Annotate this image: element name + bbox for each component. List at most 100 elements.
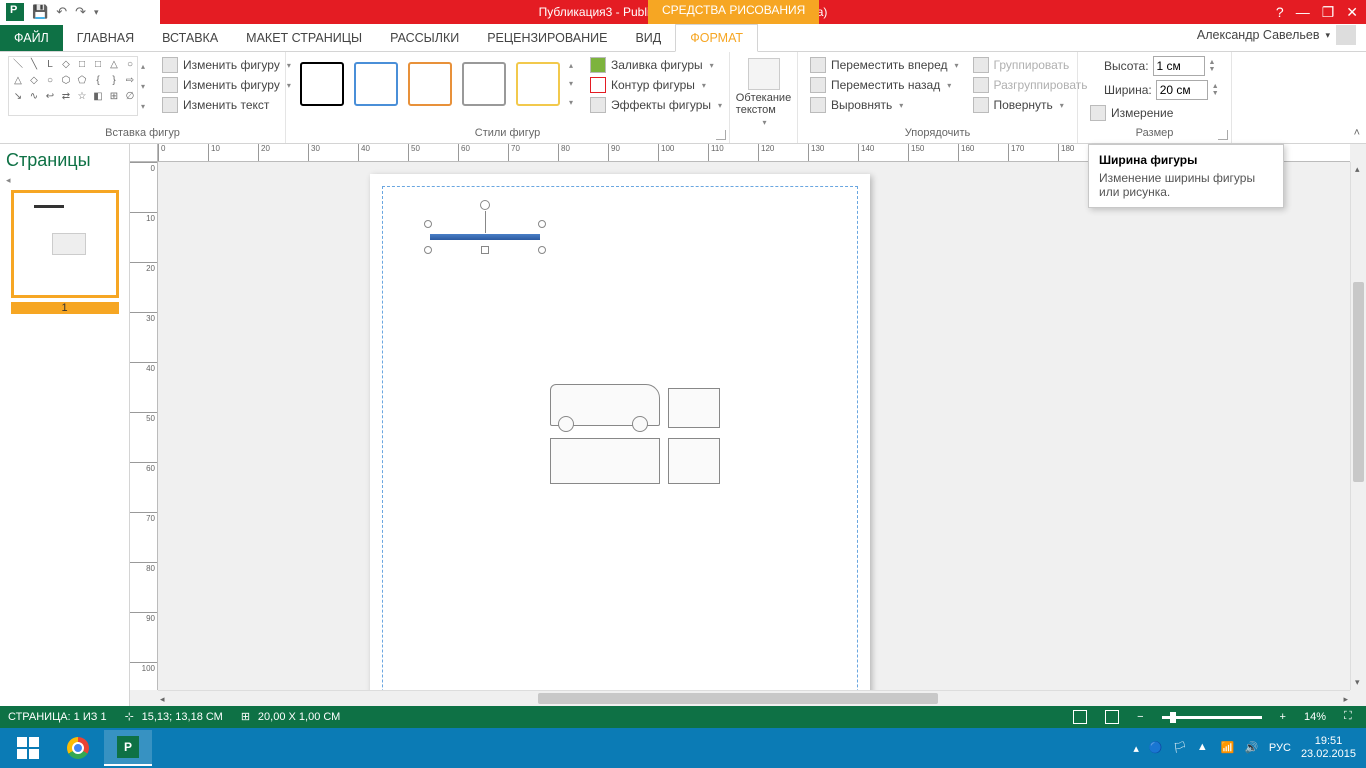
status-size: 20,00 X 1,00 СМ (258, 711, 340, 723)
restore-button[interactable]: ❐ (1322, 4, 1335, 21)
collapse-ribbon-button[interactable]: ˄ (1354, 127, 1360, 139)
wrap-text-button[interactable]: Обтекание текстом ▾ (732, 56, 795, 129)
vertical-scrollbar[interactable]: ▴ ▾ (1350, 162, 1366, 690)
qat-customize-icon[interactable]: ▾ (94, 7, 99, 18)
size-dialog-launcher[interactable] (1218, 130, 1228, 140)
fit-page-icon[interactable]: ⛶ (1344, 710, 1358, 724)
resize-handle[interactable] (424, 246, 432, 254)
help-button[interactable]: ? (1276, 4, 1284, 21)
shape-effects-button[interactable]: Эффекты фигуры▾ (586, 96, 726, 114)
system-tray: ▴ 🔵 🏳 ▲ 📶 🔊 РУС 19:51 23.02.2015 (1133, 735, 1362, 761)
tray-clock[interactable]: 19:51 23.02.2015 (1301, 735, 1356, 761)
taskbar-chrome[interactable] (54, 730, 102, 766)
change-shape-button[interactable]: Изменить фигуру▾ (158, 76, 295, 94)
scroll-left-icon[interactable]: ◂ (160, 694, 165, 705)
shape-styles-dialog-launcher[interactable] (716, 130, 726, 140)
tab-mailings[interactable]: РАССЫЛКИ (376, 25, 473, 51)
group-icon (973, 57, 989, 73)
tab-home[interactable]: ГЛАВНАЯ (63, 25, 148, 51)
page-thumbnail[interactable] (11, 190, 119, 298)
close-button[interactable]: ✕ (1346, 4, 1358, 21)
tray-flag-icon[interactable]: 🏳 (1173, 741, 1187, 755)
tray-language[interactable]: РУС (1269, 742, 1291, 754)
status-page[interactable]: СТРАНИЦА: 1 ИЗ 1 (8, 711, 107, 723)
effects-icon (590, 97, 606, 113)
rotation-handle[interactable] (480, 200, 490, 210)
edit-shape-button[interactable]: Изменить фигуру▾ (158, 56, 295, 74)
scrollbar-thumb[interactable] (1353, 282, 1364, 482)
shape-fill-button[interactable]: Заливка фигуры▾ (586, 56, 726, 74)
undo-icon[interactable]: ↶ (56, 4, 67, 20)
tray-app-icon[interactable]: 🔵 (1149, 741, 1163, 755)
tray-volume-icon[interactable]: 🔊 (1245, 741, 1259, 755)
minimize-button[interactable]: — (1296, 4, 1310, 21)
shape-styles-more[interactable]: ▴▾▾ (566, 56, 580, 112)
resize-handle[interactable] (538, 220, 546, 228)
group-wrap-text: Обтекание текстом ▾ (730, 52, 798, 143)
send-backward-button[interactable]: Переместить назад▾ (806, 76, 963, 94)
ruler-corner (130, 144, 158, 162)
zoom-slider[interactable] (1162, 716, 1262, 719)
horizontal-scrollbar[interactable]: ◂ ▸ (158, 690, 1350, 706)
workspace: Страницы ◂ 1 010203040506070809010011012… (0, 144, 1366, 706)
view-spread-icon[interactable] (1105, 710, 1119, 724)
edit-text-button[interactable]: Изменить текст (158, 96, 295, 114)
tray-wifi-icon[interactable]: 📶 (1221, 741, 1235, 755)
taskbar-publisher[interactable]: P (104, 730, 152, 766)
start-button[interactable] (4, 730, 52, 766)
group-size: Высота: ▲▼ Ширина: ▲▼ Измерение Размер (1078, 52, 1232, 143)
tab-page-layout[interactable]: МАКЕТ СТРАНИЦЫ (232, 25, 376, 51)
rotate-icon (973, 97, 989, 113)
tooltip-title: Ширина фигуры (1099, 153, 1273, 167)
scroll-right-icon[interactable]: ▸ (1343, 694, 1348, 705)
tab-format[interactable]: ФОРМАТ (675, 24, 758, 52)
send-backward-icon (810, 77, 826, 93)
align-button[interactable]: Выровнять▾ (806, 96, 963, 114)
resize-handle[interactable] (538, 246, 546, 254)
tab-view[interactable]: ВИД (621, 25, 675, 51)
tab-insert[interactable]: ВСТАВКА (148, 25, 232, 51)
scroll-up-icon[interactable]: ▴ (1355, 164, 1360, 175)
width-input[interactable] (1156, 80, 1208, 100)
group-arrange: Переместить вперед▾ Переместить назад▾ В… (798, 52, 1078, 143)
rotate-button[interactable]: Повернуть▾ (969, 96, 1092, 114)
tab-review[interactable]: РЕЦЕНЗИРОВАНИЕ (473, 25, 621, 51)
tab-file[interactable]: ФАЙЛ (0, 25, 63, 51)
status-bar: СТРАНИЦА: 1 ИЗ 1 ⊹ 15,13; 13,18 СМ ⊞ 20,… (0, 706, 1366, 728)
scrollbar-thumb[interactable] (538, 693, 938, 704)
car-blueprint-image[interactable] (550, 384, 730, 494)
resize-handle[interactable] (481, 246, 489, 254)
canvas-area[interactable]: 0102030405060708090100110120130140150160… (130, 144, 1366, 706)
redo-icon[interactable]: ↷ (75, 4, 86, 20)
tooltip-body: Изменение ширины фигуры или рисунка. (1099, 171, 1273, 199)
view-single-icon[interactable] (1073, 710, 1087, 724)
scroll-down-icon[interactable]: ▾ (1355, 677, 1360, 688)
zoom-level[interactable]: 14% (1304, 711, 1326, 723)
wrap-text-icon (748, 58, 780, 90)
contextual-tab-label: СРЕДСТВА РИСОВАНИЯ (648, 0, 819, 24)
height-spinner[interactable]: ▲▼ (1209, 59, 1216, 73)
change-shape-icon (162, 77, 178, 93)
measurement-button[interactable]: Измерение (1086, 104, 1219, 122)
tray-show-hidden-icon[interactable]: ▴ (1133, 742, 1139, 755)
resize-handle[interactable] (424, 220, 432, 228)
zoom-out-button[interactable]: − (1137, 711, 1143, 723)
publication-page[interactable] (370, 174, 870, 706)
ribbon-tabs: ФАЙЛ ГЛАВНАЯ ВСТАВКА МАКЕТ СТРАНИЦЫ РАСС… (0, 24, 1366, 52)
save-icon[interactable]: 💾 (32, 4, 48, 20)
selected-shape[interactable] (430, 234, 540, 240)
quick-access-toolbar: 💾 ↶ ↷ ▾ (0, 0, 160, 24)
group-label-insert-shapes: Вставка фигур (8, 127, 277, 141)
shape-outline-button[interactable]: Контур фигуры▾ (586, 76, 726, 94)
shapes-gallery-more[interactable]: ▴▾▾ (138, 56, 152, 116)
shape-styles-gallery[interactable] (294, 56, 566, 112)
zoom-in-button[interactable]: + (1280, 711, 1286, 723)
width-spinner[interactable]: ▲▼ (1212, 83, 1219, 97)
shapes-gallery[interactable]: ＼╲L◇□□△○ △◇○⬡⬠{}⇨ ↘∿↩⇄☆◧⊞∅ (8, 56, 138, 116)
windows-taskbar: P ▴ 🔵 🏳 ▲ 📶 🔊 РУС 19:51 23.02.2015 (0, 728, 1366, 768)
group-label-arrange: Упорядочить (806, 127, 1069, 141)
bring-forward-button[interactable]: Переместить вперед▾ (806, 56, 963, 74)
tray-network-icon[interactable]: ▲ (1197, 741, 1211, 755)
height-input[interactable] (1153, 56, 1205, 76)
status-position: 15,13; 13,18 СМ (142, 711, 223, 723)
